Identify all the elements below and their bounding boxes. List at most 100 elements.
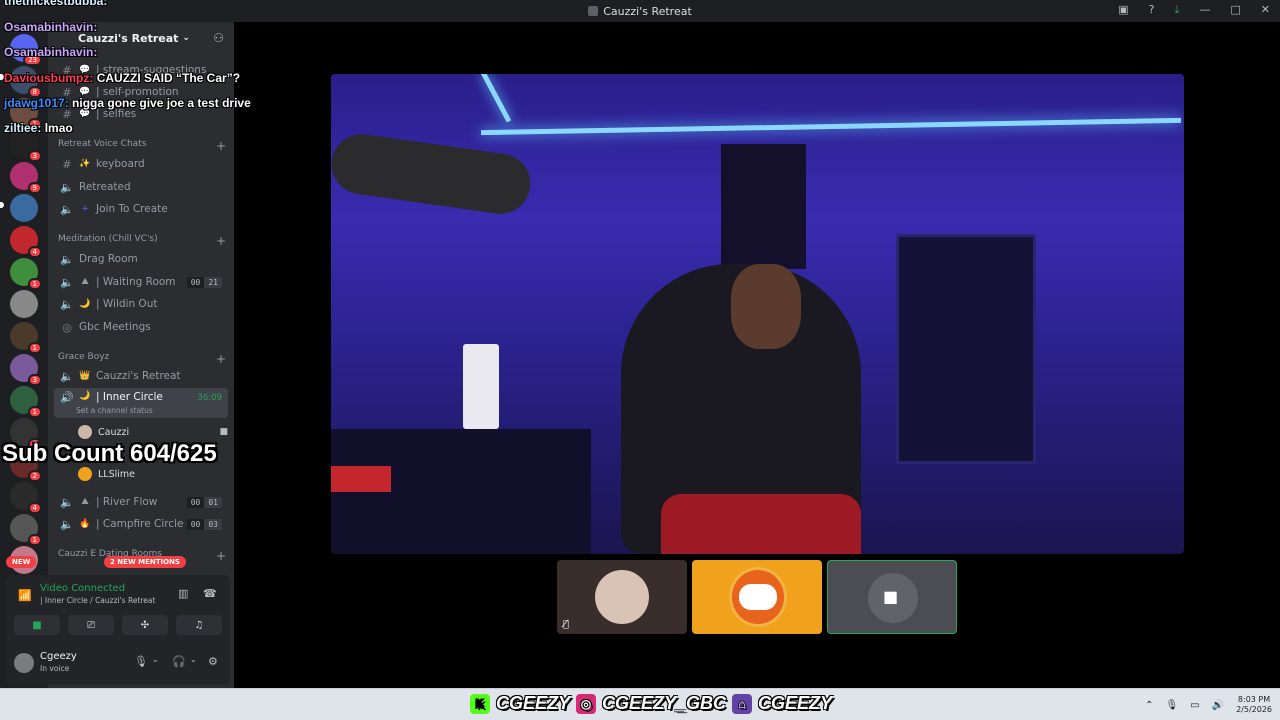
server-icon[interactable] bbox=[10, 194, 38, 222]
camera-button[interactable]: ■ bbox=[14, 615, 60, 635]
channel-status[interactable]: Set a channel status bbox=[76, 406, 153, 415]
microphone-icon[interactable]: 🎙 bbox=[1165, 700, 1178, 711]
channel-drag-room[interactable]: 🔈 Drag Room bbox=[54, 248, 228, 270]
inbox-icon[interactable]: ▣ bbox=[1118, 3, 1128, 17]
microphone-object bbox=[331, 130, 535, 218]
server-icon[interactable]: 4 bbox=[10, 226, 42, 258]
volume-icon[interactable]: 🔊 bbox=[1212, 700, 1224, 711]
category-label: Meditation (Chill VC's) bbox=[58, 234, 158, 244]
channel-keyboard[interactable]: # ✨ keyboard bbox=[54, 153, 228, 175]
clock[interactable]: 8:03 PM 2/5/2026 bbox=[1236, 695, 1272, 715]
server-icon[interactable]: 4 bbox=[10, 482, 42, 514]
participant-tile-self[interactable]: ■ bbox=[827, 560, 957, 634]
chat-line: Osamabinhavin: bbox=[4, 20, 97, 34]
close-button[interactable]: ✕ bbox=[1261, 3, 1270, 17]
server-icon[interactable]: 1 bbox=[10, 514, 42, 546]
disconnect-icon[interactable]: ☎ bbox=[203, 587, 217, 600]
channel-waiting-room[interactable]: 🔈 ⛰ | Waiting Room 00 21 bbox=[54, 271, 228, 293]
window-title: Cauzzi's Retreat bbox=[603, 4, 692, 18]
speaker-icon: 🔈 bbox=[60, 180, 74, 194]
chat-line: Daviousbumpz: CAUZZI SAID “The Car”? bbox=[4, 71, 240, 85]
participant-tiles: 🎙̸ ■ bbox=[557, 560, 957, 634]
chat-username: Daviousbumpz: bbox=[4, 71, 94, 85]
category-meditation[interactable]: Meditation (Chill VC's) + bbox=[58, 234, 226, 248]
help-icon[interactable]: ? bbox=[1149, 3, 1155, 17]
instagram-icon: ◎ bbox=[576, 693, 597, 714]
kick-handle: CGEEZY bbox=[496, 693, 571, 713]
add-channel-icon[interactable]: + bbox=[216, 139, 226, 153]
user-panel[interactable]: Cgeezy In voice 🎙 ⌄ 🎧 ⌄ ⚙ bbox=[12, 647, 224, 681]
channel-emoji-icon: ⛰ bbox=[81, 497, 89, 507]
category-grace-boyz[interactable]: Grace Boyz + bbox=[58, 352, 226, 366]
download-icon[interactable]: ⤓ bbox=[1175, 3, 1180, 17]
chevron-down-icon[interactable]: ⌄ bbox=[152, 655, 159, 664]
category-voice-chats[interactable]: Retreat Voice Chats + bbox=[58, 139, 226, 153]
red-pants bbox=[661, 494, 861, 554]
main-video-feed[interactable] bbox=[331, 74, 1184, 554]
channel-label: Drag Room bbox=[79, 253, 138, 265]
speaker-icon: 🔊 bbox=[60, 391, 74, 404]
server-icon[interactable]: 1 bbox=[10, 386, 42, 418]
headphones-icon[interactable]: 🎧 bbox=[172, 655, 186, 668]
channel-cauzzis-retreat[interactable]: 🔈 👑 Cauzzi's Retreat bbox=[54, 365, 228, 387]
server-icon[interactable] bbox=[10, 290, 38, 318]
add-channel-icon[interactable]: + bbox=[216, 234, 226, 248]
maximize-button[interactable]: □ bbox=[1230, 3, 1240, 17]
participant-tile[interactable] bbox=[692, 560, 822, 634]
channel-emoji-icon: 💬 bbox=[79, 109, 91, 119]
signal-icon[interactable]: 📶 bbox=[18, 589, 32, 602]
monitor-icon[interactable]: ▭ bbox=[1190, 700, 1199, 711]
led-strip bbox=[481, 74, 512, 123]
channel-join-to-create[interactable]: 🔈 + Join To Create bbox=[54, 198, 228, 220]
screen-share-button[interactable]: ⎚ bbox=[68, 615, 114, 635]
channel-inner-circle[interactable]: 🔊 🌙 | Inner Circle 36:09 Set a channel statu… bbox=[54, 388, 228, 418]
channel-river-flow[interactable]: 🔈 ⛰ | River Flow 00 01 bbox=[54, 491, 228, 513]
voice-status-title[interactable]: Video Connected bbox=[40, 583, 125, 594]
chevron-down-icon: ⌄ bbox=[182, 33, 190, 43]
hash-icon: # bbox=[62, 157, 72, 171]
user-limit-counter: 00 21 bbox=[186, 276, 222, 288]
voice-status-subtitle[interactable]: | Inner Circle / Cauzzi's Retreat bbox=[40, 596, 155, 605]
new-badge[interactable]: NEW bbox=[6, 556, 37, 568]
channel-campfire-circle[interactable]: 🔈 🔥 | Campfire Circle 00 03 bbox=[54, 513, 228, 535]
microphone-icon[interactable]: 🎙 bbox=[134, 655, 148, 668]
server-icon[interactable]: 1 bbox=[10, 322, 42, 354]
clock-time: 8:03 PM bbox=[1237, 695, 1271, 704]
category-label: Retreat Voice Chats bbox=[58, 139, 147, 149]
avatar bbox=[78, 425, 92, 439]
current-count: 00 bbox=[186, 496, 205, 508]
participant-tile[interactable]: 🎙̸ bbox=[557, 560, 687, 634]
channel-wildin-out[interactable]: 🔈 🌙 | Wildin Out bbox=[54, 293, 228, 315]
sub-count-overlay: Sub Count 604/625 bbox=[2, 440, 217, 467]
limit-count: 01 bbox=[204, 496, 222, 508]
channel-retreated[interactable]: 🔈 Retreated bbox=[54, 176, 228, 198]
channel-gbc-meetings[interactable]: ◎ Gbc Meetings bbox=[54, 316, 228, 338]
activities-button[interactable]: ✣ bbox=[122, 615, 168, 635]
streamer-head bbox=[731, 264, 801, 349]
minimize-button[interactable]: — bbox=[1199, 3, 1210, 17]
chevron-up-icon[interactable]: ⌃ bbox=[1145, 700, 1153, 711]
video-stage: 🎙̸ ■ bbox=[234, 22, 1280, 688]
channel-label: keyboard bbox=[96, 158, 145, 170]
gear-icon[interactable]: ⚙ bbox=[208, 655, 218, 668]
server-icon[interactable]: 9 bbox=[10, 162, 42, 194]
sparkle-icon: ✨ bbox=[79, 159, 91, 169]
chat-username: Osamabinhavin: bbox=[4, 20, 98, 34]
system-tray: ⌃ 🎙 ▭ 🔊 8:03 PM 2/5/2026 bbox=[1145, 695, 1272, 715]
discord-logo-icon bbox=[739, 584, 777, 610]
add-channel-icon[interactable]: + bbox=[216, 549, 226, 563]
server-icon[interactable]: 1 bbox=[10, 258, 42, 290]
shoe-shelf bbox=[896, 234, 1036, 464]
avatar[interactable] bbox=[14, 653, 34, 673]
kick-icon: K bbox=[470, 693, 490, 714]
server-icon[interactable]: 3 bbox=[10, 354, 42, 386]
noise-suppression-icon[interactable]: ▥ bbox=[178, 587, 188, 600]
chevron-down-icon[interactable]: ⌄ bbox=[190, 655, 197, 664]
add-member-icon[interactable]: ⚇ bbox=[213, 31, 224, 45]
add-channel-icon[interactable]: + bbox=[216, 352, 226, 366]
voice-member-cauzzi[interactable]: Cauzzi ■ bbox=[78, 422, 228, 442]
soundboard-button[interactable]: ♫ bbox=[176, 615, 222, 635]
member-name: LLSlime bbox=[98, 468, 135, 480]
new-mentions-badge[interactable]: 2 NEW MENTIONS bbox=[104, 556, 186, 568]
os-taskbar: K CGEEZY ◎ CGEEZY_GBC ⌂ CGEEZY ⌃ 🎙 ▭ 🔊 8… bbox=[0, 688, 1280, 720]
